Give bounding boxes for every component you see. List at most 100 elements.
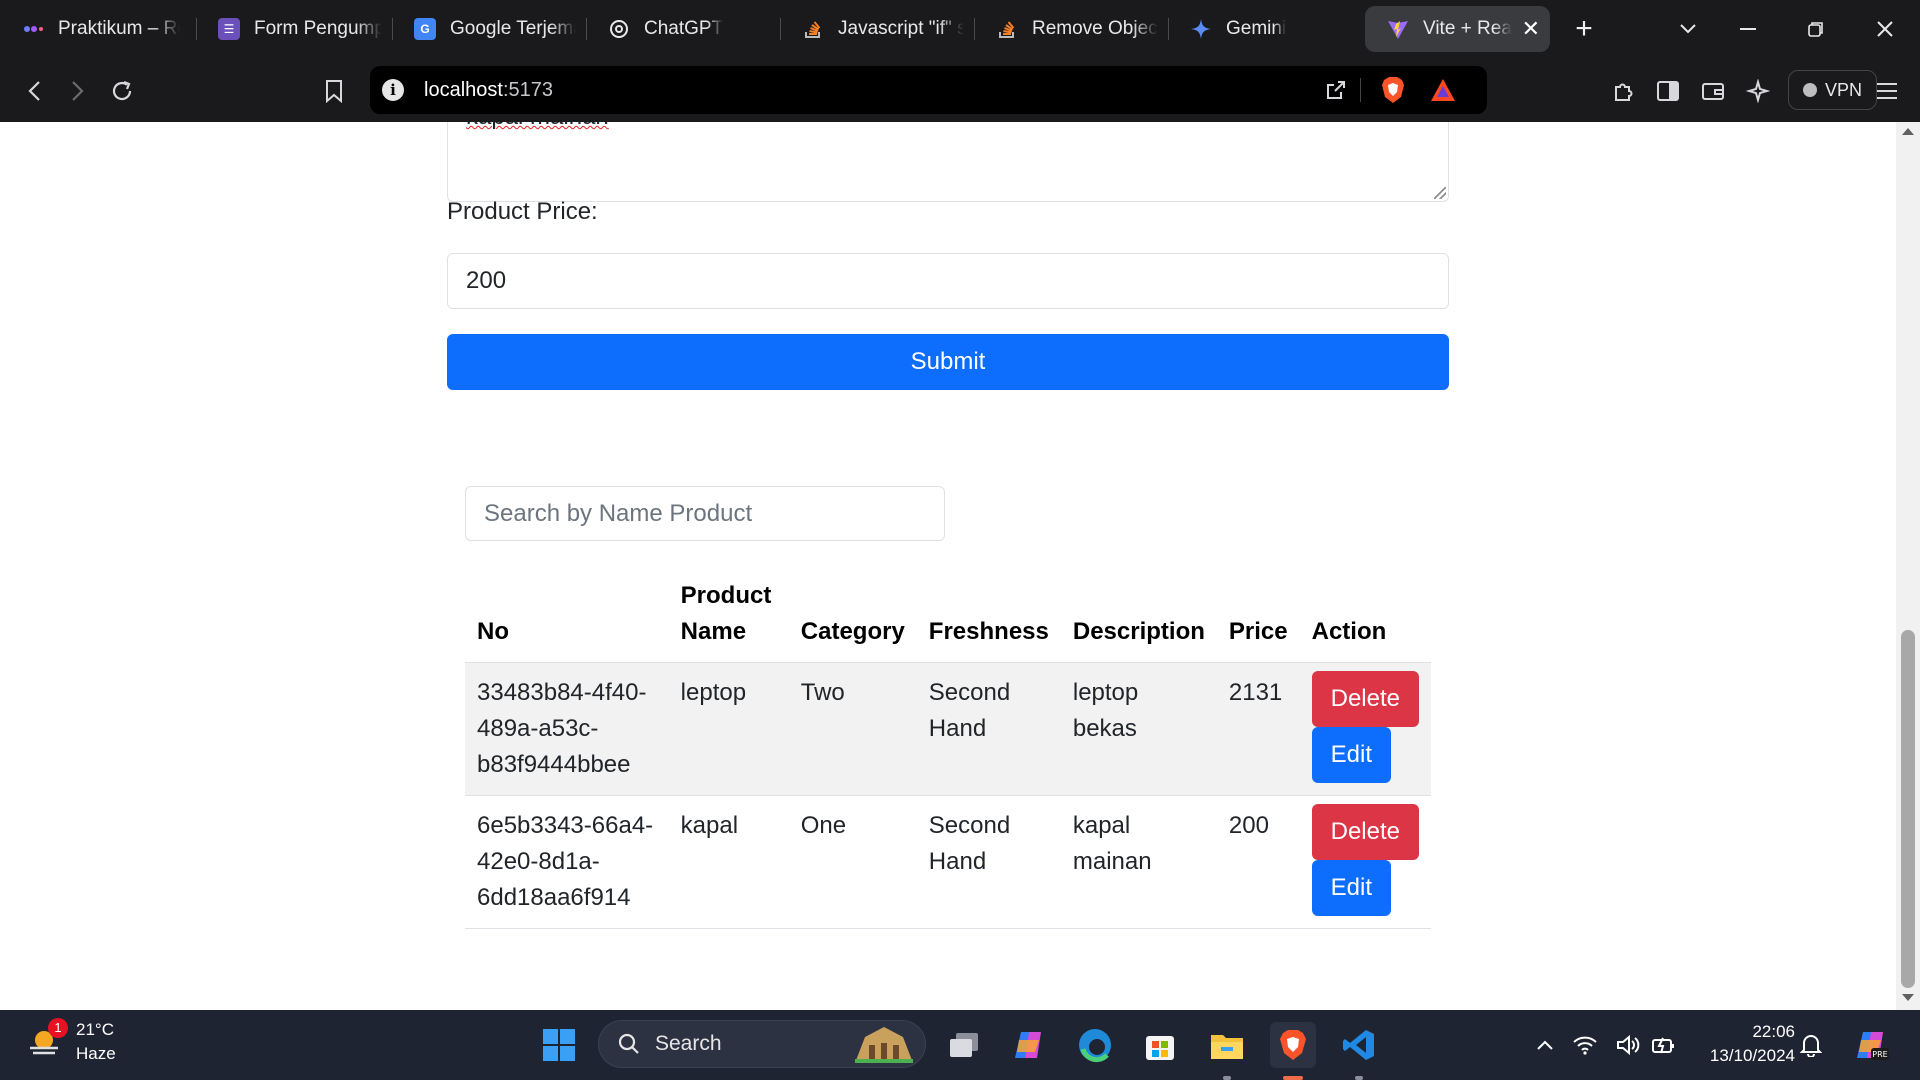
tab-javascript-if[interactable]: Javascript "if" s bbox=[780, 6, 974, 52]
sidebar-icon[interactable] bbox=[1647, 70, 1689, 112]
scroll-up-arrow-icon[interactable] bbox=[1902, 128, 1914, 135]
header-action: Action bbox=[1299, 570, 1431, 663]
back-icon[interactable] bbox=[13, 70, 55, 112]
search-highlight-icon bbox=[851, 1023, 917, 1071]
tab-google-translate[interactable]: G Google Terjema bbox=[392, 6, 586, 52]
open-app-indicator bbox=[1355, 1076, 1363, 1080]
vpn-status-dot bbox=[1803, 83, 1817, 97]
cell-name: leptop bbox=[668, 662, 789, 796]
forward-icon[interactable] bbox=[57, 70, 99, 112]
search-icon bbox=[617, 1032, 641, 1056]
close-tab-icon[interactable]: ✕ bbox=[1514, 16, 1540, 42]
vite-icon bbox=[1387, 18, 1409, 40]
products-table: No Product Name Category Freshness Descri… bbox=[465, 570, 1431, 929]
page-scrollbar[interactable] bbox=[1896, 122, 1920, 1010]
notification-bell-icon[interactable] bbox=[1795, 1022, 1827, 1068]
header-category: Category bbox=[788, 570, 917, 663]
show-hidden-icons-chevron-icon[interactable] bbox=[1522, 1022, 1568, 1068]
site-info-icon[interactable]: i bbox=[382, 79, 404, 101]
table-row: 33483b84-4f40- 489a-a53c-b83f9444bbee lep… bbox=[465, 662, 1431, 796]
copilot-icon[interactable] bbox=[1006, 1022, 1052, 1068]
tab-label: ChatGPT bbox=[644, 18, 724, 39]
submit-button[interactable]: Submit bbox=[447, 334, 1449, 390]
taskbar-search-box[interactable]: Search bbox=[598, 1020, 926, 1068]
cell-category: Two bbox=[788, 662, 917, 796]
gemini-icon bbox=[1190, 18, 1212, 40]
microsoft-store-icon[interactable] bbox=[1137, 1022, 1183, 1068]
translate-icon: G bbox=[414, 18, 436, 40]
header-product-name: Product Name bbox=[668, 570, 789, 663]
delete-button[interactable]: Delete bbox=[1311, 804, 1419, 860]
header-description: Description bbox=[1060, 570, 1217, 663]
scroll-down-arrow-icon[interactable] bbox=[1902, 994, 1914, 1001]
reload-icon[interactable] bbox=[101, 70, 143, 112]
weather-text: 21°C Haze bbox=[76, 1020, 116, 1063]
task-view-icon[interactable] bbox=[941, 1022, 987, 1068]
active-app-indicator bbox=[1283, 1076, 1303, 1080]
system-clock[interactable]: 22:06 13/10/2024 bbox=[1710, 1020, 1795, 1068]
leo-ai-icon[interactable] bbox=[1737, 70, 1779, 112]
new-tab-button[interactable]: + bbox=[1561, 6, 1607, 52]
menu-icon[interactable] bbox=[1866, 70, 1908, 112]
cell-price: 2131 bbox=[1216, 662, 1300, 796]
notification-badge: 1 bbox=[48, 1018, 68, 1038]
tab-remove-object[interactable]: Remove Object bbox=[974, 6, 1168, 52]
divider bbox=[1360, 78, 1361, 102]
tab-list-chevron-icon[interactable] bbox=[1665, 6, 1711, 52]
address-bar[interactable]: i localhost:5173 bbox=[370, 66, 1487, 114]
weather-widget[interactable]: 1 21°C Haze bbox=[24, 1018, 116, 1066]
tab-chatgpt[interactable]: ChatGPT bbox=[586, 6, 780, 52]
tab-label: Vite + Rea bbox=[1423, 18, 1512, 39]
price-label: Product Price: bbox=[447, 198, 598, 225]
tab-form-pengumpulan[interactable]: ☰ Form Pengump bbox=[196, 6, 392, 52]
tab-gemini[interactable]: Gemini bbox=[1168, 6, 1362, 52]
tab-label: Praktikum – Re bbox=[58, 18, 180, 39]
cell-actions: Delete Edit bbox=[1299, 795, 1431, 929]
url-text: localhost:5173 bbox=[424, 78, 553, 101]
edit-button[interactable]: Edit bbox=[1311, 727, 1391, 783]
scrollbar-thumb[interactable] bbox=[1901, 630, 1915, 988]
vpn-button[interactable]: VPN bbox=[1788, 70, 1878, 110]
close-window-icon[interactable] bbox=[1862, 6, 1908, 52]
brave-taskbar-icon[interactable] bbox=[1270, 1022, 1316, 1068]
windows-start-icon[interactable] bbox=[536, 1022, 582, 1068]
header-freshness: Freshness bbox=[916, 570, 1061, 663]
volume-icon[interactable] bbox=[1612, 1022, 1644, 1068]
file-explorer-icon[interactable] bbox=[1204, 1022, 1250, 1068]
cell-name: kapal bbox=[668, 795, 789, 929]
brave-rewards-icon[interactable] bbox=[1430, 77, 1456, 108]
cell-description: kapal mainan bbox=[1060, 795, 1217, 929]
share-icon[interactable] bbox=[1324, 78, 1348, 107]
restore-icon[interactable] bbox=[1793, 6, 1839, 52]
wallet-icon[interactable] bbox=[1692, 70, 1734, 112]
browser-tab-strip: Praktikum – Re ☰ Form Pengump G Google T… bbox=[0, 0, 1920, 60]
tab-vite-react-active[interactable]: Vite + Rea ✕ bbox=[1365, 6, 1550, 52]
minimize-icon[interactable] bbox=[1725, 6, 1771, 52]
bookmark-icon[interactable] bbox=[313, 70, 355, 112]
search-input[interactable]: Search by Name Product bbox=[465, 486, 945, 541]
cell-id: 6e5b3343-66a4- 42e0-8d1a- 6dd18aa6f914 bbox=[465, 795, 669, 929]
edge-icon[interactable] bbox=[1072, 1022, 1118, 1068]
tab-label: Google Terjema bbox=[450, 18, 576, 39]
wifi-icon[interactable] bbox=[1569, 1022, 1601, 1068]
resize-grip-icon[interactable] bbox=[1434, 187, 1446, 199]
price-input[interactable]: 200 bbox=[447, 253, 1449, 309]
cell-freshness: Second Hand bbox=[916, 662, 1061, 796]
cell-freshness: Second Hand bbox=[916, 795, 1061, 929]
windows-taskbar: 1 21°C Haze Search 22:06 13/10/2024 PRE bbox=[0, 1010, 1920, 1080]
vscode-icon[interactable] bbox=[1336, 1022, 1382, 1068]
cell-id: 33483b84-4f40- 489a-a53c-b83f9444bbee bbox=[465, 662, 669, 796]
description-textarea[interactable]: kapal mainan bbox=[447, 122, 1449, 202]
tab-label: Gemini bbox=[1226, 18, 1287, 39]
stackoverflow-icon bbox=[996, 18, 1018, 40]
brave-shields-icon[interactable] bbox=[1380, 76, 1406, 109]
table-row: 6e5b3343-66a4- 42e0-8d1a- 6dd18aa6f914 kap… bbox=[465, 795, 1431, 929]
copilot-pre-icon[interactable]: PRE bbox=[1848, 1022, 1894, 1068]
delete-button[interactable]: Delete bbox=[1311, 671, 1419, 727]
header-no: No bbox=[465, 570, 669, 663]
extensions-icon[interactable] bbox=[1603, 70, 1645, 112]
battery-charging-icon[interactable] bbox=[1648, 1022, 1680, 1068]
tab-praktikum[interactable]: Praktikum – Re bbox=[0, 6, 190, 52]
cell-description: leptop bekas bbox=[1060, 662, 1217, 796]
edit-button[interactable]: Edit bbox=[1311, 860, 1391, 916]
